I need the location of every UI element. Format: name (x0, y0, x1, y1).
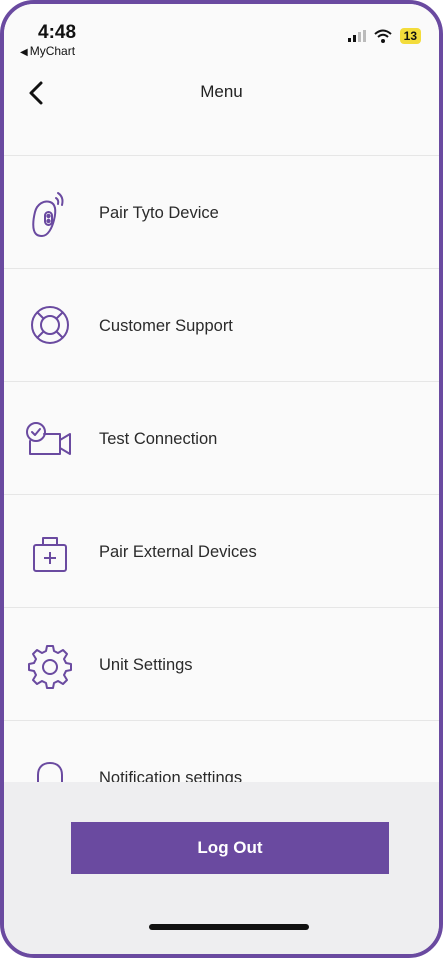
status-indicators: 13 (347, 28, 421, 44)
back-app-label: MyChart (29, 44, 76, 58)
status-bar: 4:48 ◀ MyChart 13 (4, 4, 439, 62)
back-triangle-icon: ◀ (20, 47, 28, 58)
wifi-icon (373, 29, 392, 43)
menu-item-customer-support[interactable]: Customer Support (4, 269, 439, 382)
battery-level: 13 (399, 28, 421, 44)
signal-icon (347, 30, 366, 42)
menu-item-pair-external-devices[interactable]: Pair External Devices (4, 495, 439, 608)
menu-item-pair-tyto-device[interactable]: Pair Tyto Device (4, 156, 439, 269)
menu-item-label: Pair Tyto Device (99, 204, 219, 222)
nav-bar: Menu (4, 62, 439, 156)
phone-frame: 4:48 ◀ MyChart 13 Menu Pair Tyto Device … (0, 0, 443, 958)
tyto-device-icon (26, 190, 74, 238)
menu-item-unit-settings[interactable]: Unit Settings (4, 608, 439, 721)
video-camera-check-icon (26, 416, 74, 464)
menu-item-label: Test Connection (99, 430, 218, 448)
back-to-app-link[interactable]: ◀ MyChart (20, 44, 75, 58)
home-indicator[interactable] (149, 924, 309, 930)
page-title: Menu (200, 82, 243, 101)
lifebuoy-icon (26, 303, 74, 351)
medical-kit-icon (26, 529, 74, 577)
footer: Log Out (4, 782, 439, 954)
menu-item-label: Pair External Devices (99, 543, 257, 561)
menu-item-label: Unit Settings (99, 656, 193, 674)
logout-button[interactable]: Log Out (71, 822, 389, 874)
menu-item-test-connection[interactable]: Test Connection (4, 382, 439, 495)
menu-item-label: Customer Support (99, 317, 233, 335)
status-time: 4:48 (38, 22, 77, 43)
menu-list: Pair Tyto Device Customer Support Test C… (4, 156, 439, 834)
gear-icon (26, 642, 74, 690)
